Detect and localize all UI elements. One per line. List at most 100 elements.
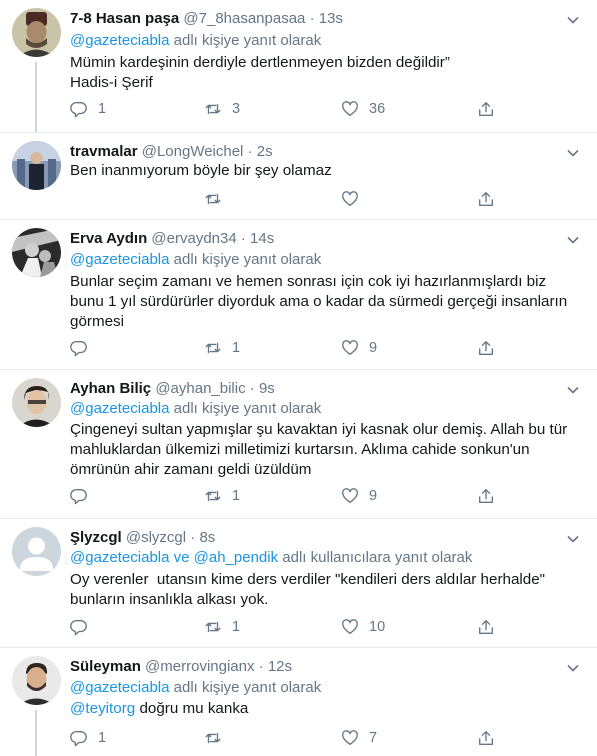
tweet-text: Oy verenler utansın kime ders verdiler "… bbox=[70, 570, 580, 610]
avatar[interactable] bbox=[12, 527, 61, 576]
tweet[interactable]: Şlyzcgl @slyzcgl · 8s @gazeteciabla ve @… bbox=[0, 519, 597, 647]
timestamp[interactable]: 14s bbox=[250, 230, 274, 247]
like-count: 9 bbox=[369, 340, 378, 356]
like-button[interactable]: 10 bbox=[341, 616, 385, 638]
avatar[interactable] bbox=[12, 141, 61, 190]
like-button[interactable]: 9 bbox=[341, 337, 377, 359]
tweet-header: travmalar @LongWeichel · 2s bbox=[70, 142, 273, 162]
share-icon bbox=[479, 341, 493, 355]
tweet[interactable]: travmalar @LongWeichel · 2s Ben inanmıyo… bbox=[0, 133, 597, 218]
tweet-text-span: doğru mu kanka bbox=[135, 700, 249, 717]
like-button[interactable]: 9 bbox=[341, 485, 377, 507]
reply-icon bbox=[70, 489, 87, 505]
chevron-down-icon[interactable] bbox=[566, 146, 580, 160]
retweet-button[interactable] bbox=[204, 727, 222, 749]
heart-icon bbox=[342, 101, 358, 116]
display-name[interactable]: 7-8 Hasan paşa bbox=[70, 10, 179, 27]
tweet-text-line: görmesi bbox=[70, 313, 125, 330]
tweet-text-line: mahluklardan ülkemizi milletimizi kurtar… bbox=[70, 441, 530, 458]
avatar[interactable] bbox=[12, 8, 61, 57]
retweet-button[interactable]: 3 bbox=[204, 98, 240, 120]
user-handle[interactable]: @merrovingianx bbox=[145, 658, 254, 675]
tweet-text-line: bunu 1 yıl sürdürürler diyorduk ama o ka… bbox=[70, 293, 568, 310]
reply-button[interactable]: 1 bbox=[70, 727, 106, 749]
tweet-text: Mümin kardeşinin derdiyle dertlenmeyen b… bbox=[70, 53, 580, 93]
avatar-portrait-image bbox=[12, 8, 61, 57]
user-handle[interactable]: @slyzcgl bbox=[126, 529, 186, 546]
avatar-portrait-image bbox=[12, 378, 61, 427]
display-name[interactable]: Şlyzcgl bbox=[70, 529, 122, 546]
reply-context: @gazeteciabla adlı kişiye yanıt olarak bbox=[70, 399, 321, 419]
retweet-icon bbox=[205, 732, 221, 744]
user-handle[interactable]: @ervaydn34 bbox=[151, 230, 236, 247]
chevron-down-icon[interactable] bbox=[566, 661, 580, 675]
display-name[interactable]: Süleyman bbox=[70, 658, 141, 675]
reply-button[interactable] bbox=[70, 616, 88, 638]
reply-icon bbox=[70, 731, 87, 747]
share-icon bbox=[479, 620, 493, 634]
mention-link[interactable]: @gazeteciabla bbox=[70, 679, 169, 696]
tweet-header: Ayhan Biliç @ayhan_bilic · 9s bbox=[70, 379, 275, 399]
user-handle[interactable]: @LongWeichel bbox=[142, 143, 244, 160]
share-button[interactable] bbox=[477, 98, 495, 120]
mention-link[interactable]: @teyitorg bbox=[70, 700, 135, 717]
display-name[interactable]: Ayhan Biliç bbox=[70, 380, 151, 397]
share-button[interactable] bbox=[477, 727, 495, 749]
action-bar bbox=[70, 188, 510, 210]
user-handle[interactable]: @7_8hasanpasaa bbox=[183, 10, 305, 27]
reply-button[interactable] bbox=[70, 485, 88, 507]
reply-context-joiner: ve bbox=[169, 549, 194, 566]
mention-link[interactable]: @ah_pendik bbox=[194, 549, 278, 566]
chevron-down-icon[interactable] bbox=[566, 13, 580, 27]
tweet-header: Şlyzcgl @slyzcgl · 8s bbox=[70, 528, 215, 548]
like-button[interactable] bbox=[341, 188, 359, 210]
avatar[interactable] bbox=[12, 378, 61, 427]
tweet[interactable]: Ayhan Biliç @ayhan_bilic · 9s @gazetecia… bbox=[0, 370, 597, 518]
tweet[interactable]: Süleyman @merrovingianx · 12s @gazetecia… bbox=[0, 648, 597, 756]
tweet-text-line: Çingeneyi sultan yapmışlar şu kavaktan i… bbox=[70, 421, 568, 438]
timestamp[interactable]: 9s bbox=[259, 380, 275, 397]
timestamp[interactable]: 13s bbox=[319, 10, 343, 27]
chevron-down-icon[interactable] bbox=[566, 532, 580, 546]
avatar[interactable] bbox=[12, 228, 61, 277]
retweet-button[interactable]: 1 bbox=[204, 485, 240, 507]
reply-button[interactable] bbox=[70, 337, 88, 359]
retweet-count: 1 bbox=[232, 488, 241, 504]
chevron-down-icon[interactable] bbox=[566, 233, 580, 247]
tweet-text-line: ömrünün ahir zamanı geldi üzüldüm bbox=[70, 461, 312, 478]
share-button[interactable] bbox=[477, 616, 495, 638]
chevron-down-icon[interactable] bbox=[566, 383, 580, 397]
mention-link[interactable]: @gazeteciabla bbox=[70, 549, 169, 566]
avatar-portrait-image bbox=[12, 228, 61, 277]
display-name[interactable]: travmalar bbox=[70, 143, 138, 160]
separator-dot: · bbox=[309, 10, 315, 27]
share-button[interactable] bbox=[477, 337, 495, 359]
tweet-text-line: Hadis-i Şerif bbox=[70, 74, 153, 91]
retweet-button[interactable] bbox=[204, 188, 222, 210]
tweet-header: Erva Aydın @ervaydn34 · 14s bbox=[70, 229, 274, 249]
tweet-text-line: Oy verenler utansın kime ders verdiler "… bbox=[70, 571, 546, 588]
display-name[interactable]: Erva Aydın bbox=[70, 230, 147, 247]
mention-link[interactable]: @gazeteciabla bbox=[70, 251, 169, 268]
timestamp[interactable]: 2s bbox=[257, 143, 273, 160]
tweet-header: Süleyman @merrovingianx · 12s bbox=[70, 657, 292, 677]
heart-icon bbox=[342, 619, 358, 634]
tweet[interactable]: Erva Aydın @ervaydn34 · 14s @gazeteciabl… bbox=[0, 220, 597, 369]
retweet-button[interactable]: 1 bbox=[204, 337, 240, 359]
tweet[interactable]: 7-8 Hasan paşa @7_8hasanpasaa · 13s @gaz… bbox=[0, 0, 597, 132]
avatar[interactable] bbox=[12, 656, 61, 705]
action-bar: 1 10 bbox=[70, 616, 510, 638]
like-button[interactable]: 7 bbox=[341, 727, 377, 749]
mention-link[interactable]: @gazeteciabla bbox=[70, 400, 169, 417]
timestamp[interactable]: 8s bbox=[199, 529, 215, 546]
tweet-text-line: Bunlar seçim zamanı ve hemen sonrası içi… bbox=[70, 273, 547, 290]
heart-icon bbox=[342, 340, 358, 355]
share-button[interactable] bbox=[477, 188, 495, 210]
like-button[interactable]: 36 bbox=[341, 98, 385, 120]
mention-link[interactable]: @gazeteciabla bbox=[70, 32, 169, 49]
retweet-button[interactable]: 1 bbox=[204, 616, 240, 638]
user-handle[interactable]: @ayhan_bilic bbox=[155, 380, 245, 397]
share-button[interactable] bbox=[477, 485, 495, 507]
timestamp[interactable]: 12s bbox=[268, 658, 292, 675]
reply-button[interactable]: 1 bbox=[70, 98, 106, 120]
